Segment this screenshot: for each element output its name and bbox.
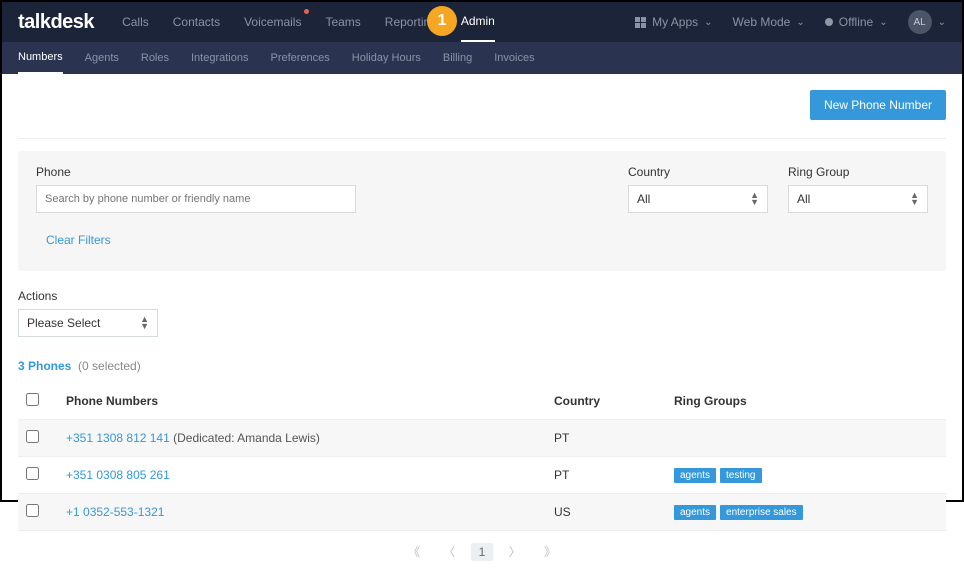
user-menu[interactable]: AL ⌄ xyxy=(908,10,946,34)
actions-label: Actions xyxy=(18,289,946,303)
page-current[interactable]: 1 xyxy=(471,543,494,561)
voicemails-indicator-icon xyxy=(304,9,309,14)
phone-filter-label: Phone xyxy=(36,165,608,179)
phones-table: Phone Numbers Country Ring Groups +351 1… xyxy=(18,383,946,531)
page-last[interactable]: 》 xyxy=(536,541,564,562)
chevron-down-icon: ⌄ xyxy=(704,17,712,28)
nav-calls[interactable]: Calls xyxy=(122,3,149,41)
ringgroups-cell xyxy=(666,420,946,457)
subnav-roles[interactable]: Roles xyxy=(141,43,169,73)
country-cell: US xyxy=(546,494,666,531)
country-select[interactable]: All ▲▼ xyxy=(628,185,768,213)
ringgroup-select-value: All xyxy=(797,192,810,206)
chevron-down-icon: ⌄ xyxy=(796,17,804,28)
ringgroup-select[interactable]: All ▲▼ xyxy=(788,185,928,213)
select-all-checkbox[interactable] xyxy=(26,393,39,406)
select-arrows-icon: ▲▼ xyxy=(750,192,759,206)
phone-link[interactable]: +351 0308 805 261 xyxy=(66,468,170,482)
webmode-label: Web Mode xyxy=(733,15,791,29)
phone-link[interactable]: +1 0352-553-1321 xyxy=(66,505,164,519)
ringgroups-cell: agents testing xyxy=(666,457,946,494)
chevron-down-icon: ⌄ xyxy=(879,17,887,28)
subnav-numbers[interactable]: Numbers xyxy=(18,42,63,74)
myapps-label: My Apps xyxy=(652,15,698,29)
filter-panel: Phone Country All ▲▼ Ring Group All ▲▼ C… xyxy=(18,151,946,271)
subnav-integrations[interactable]: Integrations xyxy=(191,43,248,73)
phone-link[interactable]: +351 1308 812 141 xyxy=(66,431,170,445)
page-first[interactable]: 《 xyxy=(400,541,428,562)
phones-count[interactable]: 3 Phones xyxy=(18,359,71,373)
col-ringgroups-header: Ring Groups xyxy=(666,383,946,420)
page-prev[interactable]: 〈 xyxy=(435,541,463,562)
select-arrows-icon: ▲▼ xyxy=(910,192,919,206)
apps-grid-icon xyxy=(635,17,646,28)
nav-teams[interactable]: Teams xyxy=(325,3,360,41)
actions-block: Actions Please Select ▲▼ xyxy=(18,289,946,337)
col-country-header: Country xyxy=(546,383,666,420)
row-checkbox[interactable] xyxy=(26,504,39,517)
row-checkbox[interactable] xyxy=(26,430,39,443)
country-filter-label: Country xyxy=(628,165,768,179)
pagination: 《 〈 1 〉 》 xyxy=(18,541,946,562)
actions-select[interactable]: Please Select ▲▼ xyxy=(18,309,158,337)
ringgroup-filter-label: Ring Group xyxy=(788,165,928,179)
myapps-menu[interactable]: My Apps ⌄ xyxy=(635,15,712,29)
ringgroups-cell: agents enterprise sales xyxy=(666,494,946,531)
clear-filters-link[interactable]: Clear Filters xyxy=(46,233,111,247)
presence-label: Offline xyxy=(839,15,873,29)
phone-note: (Dedicated: Amanda Lewis) xyxy=(170,431,320,445)
col-phone-header: Phone Numbers xyxy=(58,383,546,420)
ringgroup-tag[interactable]: enterprise sales xyxy=(720,505,803,520)
brand-logo: talkdesk xyxy=(18,11,94,34)
ringgroup-tag[interactable]: testing xyxy=(720,468,761,483)
phone-search-input[interactable] xyxy=(36,185,356,213)
ringgroup-tag[interactable]: agents xyxy=(674,505,716,520)
subnav-invoices[interactable]: Invoices xyxy=(494,43,534,73)
nav-admin[interactable]: Admin xyxy=(461,2,495,42)
presence-menu[interactable]: Offline ⌄ xyxy=(825,15,888,29)
chevron-down-icon: ⌄ xyxy=(938,17,946,28)
country-select-value: All xyxy=(637,192,650,206)
admin-subnav: Numbers Agents Roles Integrations Prefer… xyxy=(2,42,962,74)
nav-voicemails[interactable]: Voicemails xyxy=(244,3,301,41)
results-summary: 3 Phones (0 selected) xyxy=(18,359,946,373)
ringgroup-tag[interactable]: agents xyxy=(674,468,716,483)
row-checkbox[interactable] xyxy=(26,467,39,480)
webmode-menu[interactable]: Web Mode ⌄ xyxy=(733,15,805,29)
table-row: +1 0352-553-1321 US agents enterprise sales xyxy=(18,494,946,531)
selected-count: (0 selected) xyxy=(78,359,141,373)
topbar-right: My Apps ⌄ Web Mode ⌄ Offline ⌄ AL ⌄ xyxy=(635,10,946,34)
avatar: AL xyxy=(908,10,932,34)
offline-dot-icon xyxy=(825,18,833,26)
topbar: talkdesk Calls Contacts Voicemails Teams… xyxy=(2,2,962,42)
country-cell: PT xyxy=(546,457,666,494)
country-cell: PT xyxy=(546,420,666,457)
subnav-holiday-hours[interactable]: Holiday Hours xyxy=(352,43,421,73)
new-phone-number-button[interactable]: New Phone Number xyxy=(810,90,946,120)
page-next[interactable]: 〉 xyxy=(501,541,529,562)
subnav-preferences[interactable]: Preferences xyxy=(270,43,329,73)
nav-contacts[interactable]: Contacts xyxy=(173,3,220,41)
top-nav: Calls Contacts Voicemails Teams Reportin… xyxy=(122,2,635,42)
actions-select-value: Please Select xyxy=(27,316,100,330)
select-arrows-icon: ▲▼ xyxy=(140,316,149,330)
step-badge: 1 xyxy=(427,6,457,36)
nav-voicemails-label: Voicemails xyxy=(244,15,301,29)
table-row: +351 1308 812 141 (Dedicated: Amanda Lew… xyxy=(18,420,946,457)
subnav-agents[interactable]: Agents xyxy=(85,43,119,73)
table-row: +351 0308 805 261 PT agents testing xyxy=(18,457,946,494)
divider xyxy=(18,138,946,139)
content: New Phone Number Phone Country All ▲▼ Ri… xyxy=(2,74,962,578)
subnav-billing[interactable]: Billing xyxy=(443,43,472,73)
